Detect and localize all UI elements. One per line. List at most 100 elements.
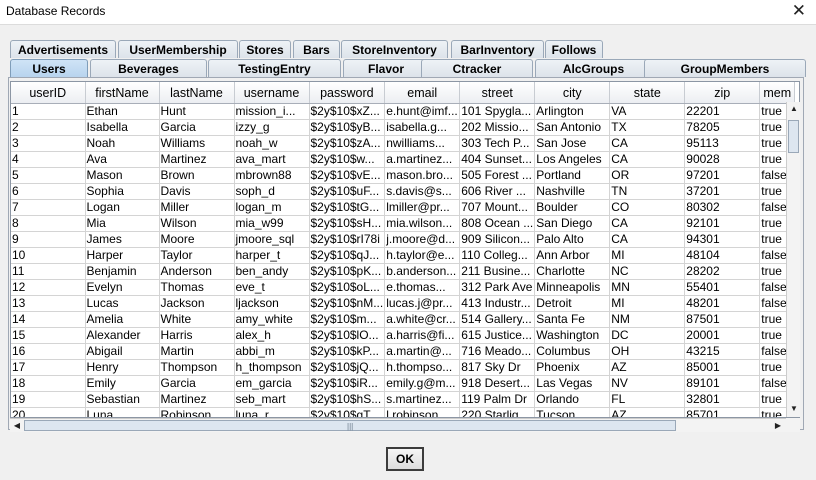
table-cell[interactable]: Phoenix <box>534 359 611 376</box>
table-cell[interactable]: NV <box>609 375 686 392</box>
table-cell[interactable]: 808 Ocean ... <box>459 215 536 232</box>
scroll-up-icon[interactable]: ▲ <box>788 103 800 115</box>
table-cell[interactable]: 11 <box>11 263 86 280</box>
table-cell[interactable]: Wilson <box>159 215 235 232</box>
table-row[interactable]: 17 Henry Thompson h_thompson $2y$10$jQ... h.t… <box>11 359 796 376</box>
table-row[interactable]: 14 Amelia White amy_white $2y$10$m... a.white… <box>11 311 796 328</box>
table-row[interactable]: 15 Alexander Harris alex_h $2y$10$lO... a.har… <box>11 327 796 344</box>
table-cell[interactable]: Columbus <box>534 343 611 360</box>
ok-button[interactable]: OK <box>386 447 424 471</box>
table-cell[interactable]: 32801 <box>684 391 761 408</box>
scroll-down-icon[interactable]: ▼ <box>788 403 800 415</box>
table-cell[interactable]: 615 Justice... <box>459 327 536 344</box>
vertical-scrollbar[interactable]: ▲ ▼ <box>786 102 800 417</box>
table-row[interactable]: 18 Emily Garcia em_garcia $2y$10$iR... emily.… <box>11 375 796 392</box>
table-cell[interactable]: h.thompso... <box>384 359 461 376</box>
table-cell[interactable]: CA <box>609 231 686 248</box>
table-cell[interactable]: Hunt <box>159 103 235 120</box>
table-cell[interactable]: a.martin@... <box>384 343 461 360</box>
table-cell[interactable]: 90028 <box>684 151 761 168</box>
table-cell[interactable]: Martinez <box>159 151 235 168</box>
table-cell[interactable]: 101 Spygla... <box>459 103 536 120</box>
table-cell[interactable]: 22201 <box>684 103 761 120</box>
table-cell[interactable]: izzy_g <box>234 119 310 136</box>
table-cell[interactable]: ava_mart <box>234 151 310 168</box>
table-cell[interactable]: h_thompson <box>234 359 310 376</box>
table-cell[interactable]: 4 <box>11 151 86 168</box>
table-cell[interactable]: $2y$10$w... <box>309 151 386 168</box>
table-cell[interactable]: alex_h <box>234 327 310 344</box>
horizontal-scroll-thumb[interactable]: ||| <box>24 420 676 431</box>
table-cell[interactable]: a.harris@fi... <box>384 327 461 344</box>
horizontal-scrollbar[interactable]: ◀ ||| ▶ <box>10 418 786 432</box>
table-cell[interactable]: 514 Gallery... <box>459 311 536 328</box>
table-cell[interactable]: l.robinson... <box>384 407 461 417</box>
tab-beverages[interactable]: Beverages <box>90 59 207 77</box>
table-cell[interactable]: nwilliams... <box>384 135 461 152</box>
table-cell[interactable]: jmoore_sql <box>234 231 310 248</box>
table-cell[interactable]: MI <box>609 295 686 312</box>
table-cell[interactable]: 413 Industr... <box>459 295 536 312</box>
table-cell[interactable]: 94301 <box>684 231 761 248</box>
column-header-username[interactable]: username <box>234 82 310 104</box>
table-cell[interactable]: CA <box>609 135 686 152</box>
table-row[interactable]: 2 Isabella Garcia izzy_g $2y$10$yB... isabell… <box>11 119 796 136</box>
tab-flavor[interactable]: Flavor <box>343 59 429 77</box>
table-cell[interactable]: Portland <box>534 167 611 184</box>
table-cell[interactable]: Mason <box>85 167 160 184</box>
table-cell[interactable]: 16 <box>11 343 86 360</box>
table-cell[interactable]: Mia <box>85 215 160 232</box>
table-cell[interactable]: Benjamin <box>85 263 160 280</box>
table-cell[interactable]: 312 Park Ave <box>459 279 536 296</box>
table-cell[interactable]: luna_r <box>234 407 310 417</box>
table-cell[interactable]: 303 Tech P... <box>459 135 536 152</box>
table-cell[interactable]: logan_m <box>234 199 310 216</box>
column-header-street[interactable]: street <box>459 82 536 104</box>
table-cell[interactable]: $2y$10$yB... <box>309 119 386 136</box>
tab-follows[interactable]: Follows <box>545 40 603 58</box>
table-cell[interactable]: Garcia <box>159 375 235 392</box>
table-cell[interactable]: 9 <box>11 231 86 248</box>
table-cell[interactable]: NC <box>609 263 686 280</box>
table-cell[interactable]: Nashville <box>534 183 611 200</box>
table-row[interactable]: 6 Sophia Davis soph_d $2y$10$uF... s.davis@s.… <box>11 183 796 200</box>
table-cell[interactable]: 78205 <box>684 119 761 136</box>
table-cell[interactable]: Lucas <box>85 295 160 312</box>
table-cell[interactable]: Anderson <box>159 263 235 280</box>
table-cell[interactable]: 6 <box>11 183 86 200</box>
table-cell[interactable]: 918 Desert... <box>459 375 536 392</box>
table-cell[interactable]: 716 Meado... <box>459 343 536 360</box>
table-cell[interactable]: Sophia <box>85 183 160 200</box>
table-cell[interactable]: 20001 <box>684 327 761 344</box>
table-cell[interactable]: 110 Colleg... <box>459 247 536 264</box>
table-cell[interactable]: 3 <box>11 135 86 152</box>
table-cell[interactable]: 7 <box>11 199 86 216</box>
close-icon[interactable]: ✕ <box>792 1 806 21</box>
table-cell[interactable]: h.taylor@e... <box>384 247 461 264</box>
table-cell[interactable]: eve_t <box>234 279 310 296</box>
table-row[interactable]: 20 Luna Robinson luna_r $2y$10$gT... l.robins… <box>11 407 796 417</box>
table-row[interactable]: 5 Mason Brown mbrown88 $2y$10$vE... mason.bro… <box>11 167 796 184</box>
table-cell[interactable]: 28202 <box>684 263 761 280</box>
table-cell[interactable]: 92101 <box>684 215 761 232</box>
table-cell[interactable]: 119 Palm Dr <box>459 391 536 408</box>
table-row[interactable]: 7 Logan Miller logan_m $2y$10$tG... lmiller@p… <box>11 199 796 216</box>
table-cell[interactable]: e.hunt@imf... <box>384 103 461 120</box>
table-cell[interactable]: Jackson <box>159 295 235 312</box>
table-cell[interactable]: Boulder <box>534 199 611 216</box>
table-cell[interactable]: $2y$10$zA... <box>309 135 386 152</box>
table-cell[interactable]: $2y$10$sH... <box>309 215 386 232</box>
table-row[interactable]: 12 Evelyn Thomas eve_t $2y$10$oL... e.thomas.… <box>11 279 796 296</box>
table-cell[interactable]: b.anderson... <box>384 263 461 280</box>
table-cell[interactable]: emily.g@m... <box>384 375 461 392</box>
table-row[interactable]: 3 Noah Williams noah_w $2y$10$zA... nwilliams… <box>11 135 796 152</box>
table-cell[interactable]: Moore <box>159 231 235 248</box>
table-cell[interactable]: $2y$10$tG... <box>309 199 386 216</box>
table-cell[interactable]: 13 <box>11 295 86 312</box>
table-cell[interactable]: Alexander <box>85 327 160 344</box>
table-cell[interactable]: Ethan <box>85 103 160 120</box>
table-cell[interactable]: $2y$10$vE... <box>309 167 386 184</box>
table-cell[interactable]: $2y$10$xZ... <box>309 103 386 120</box>
table-cell[interactable]: $2y$10$oL... <box>309 279 386 296</box>
tab-bars[interactable]: Bars <box>293 40 340 58</box>
